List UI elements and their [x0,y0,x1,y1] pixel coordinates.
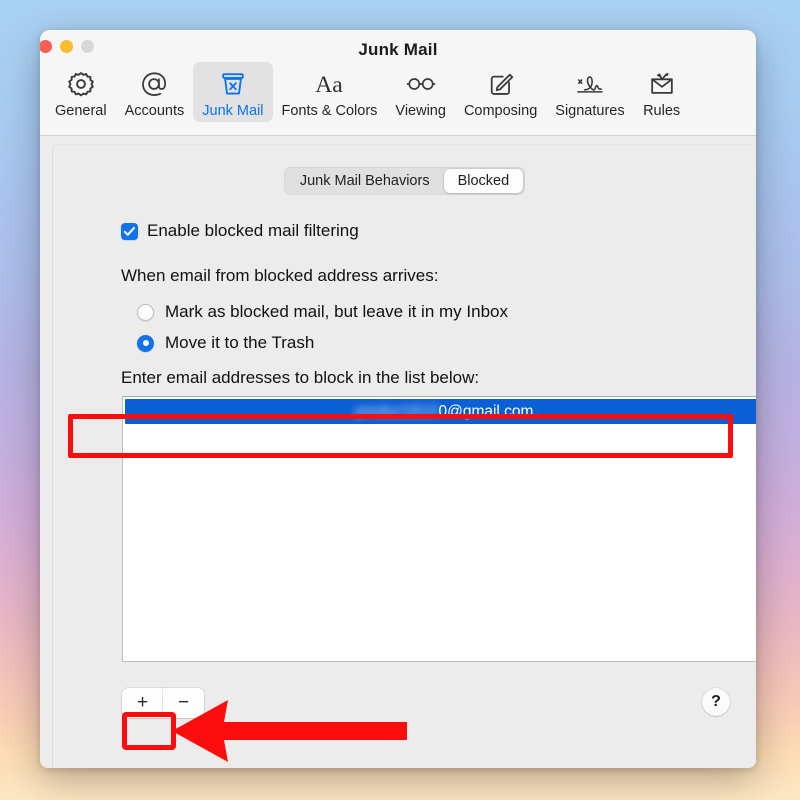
when-blocked-arrives-label: When email from blocked address arrives: [121,266,439,285]
redacted-email-part: pmdur1610 [355,402,439,420]
toolbar-item-rules[interactable]: Rules [634,62,690,122]
junk-bin-icon [218,67,248,101]
toolbar-item-junk-mail[interactable]: Junk Mail [193,62,273,122]
at-sign-icon [139,67,169,101]
window-toolbar: Junk Mail General Accounts Junk Mail Aa … [40,30,756,136]
add-address-button[interactable]: + [122,688,163,718]
radio-icon[interactable] [137,303,154,321]
toolbar-item-accounts[interactable]: Accounts [116,62,194,122]
signature-icon [573,67,607,101]
preferences-content: Junk Mail Behaviors Blocked Enable block… [40,137,756,768]
list-bottom-bar: + − ? [53,675,756,735]
tab-blocked[interactable]: Blocked [443,169,524,193]
toolbar-item-label: Junk Mail [202,103,264,119]
enable-blocked-filtering-row[interactable]: Enable blocked mail filtering [121,221,359,241]
toolbar-item-label: Rules [643,103,681,119]
radio-icon-selected[interactable] [137,334,154,352]
toolbar-item-general[interactable]: General [46,62,116,122]
radio-option-label: Move it to the Trash [165,333,315,352]
segmented-control-wrap: Junk Mail Behaviors Blocked [53,167,756,195]
toolbar-item-label: Viewing [395,103,446,119]
toolbar-item-composing[interactable]: Composing [455,62,546,122]
blocked-address-text: pmdur16100@gmail.com [356,403,534,421]
add-remove-button-group: + − [122,688,204,718]
junk-mail-segmented-control: Junk Mail Behaviors Blocked [283,167,526,195]
toolbar-item-label: Fonts & Colors [281,103,378,119]
checkbox-icon[interactable] [121,222,138,240]
preferences-toolbar-tabs: General Accounts Junk Mail Aa Fonts & Co… [40,62,756,122]
blocked-list-instruction-label: Enter email addresses to block in the li… [121,368,480,387]
visible-email-part: 0@gmail.com [438,402,534,420]
list-item-blocked-address[interactable]: pmdur16100@gmail.com [125,399,756,424]
gear-icon [66,67,96,101]
remove-address-button[interactable]: − [163,688,204,718]
toolbar-item-viewing[interactable]: Viewing [386,62,455,122]
tab-junk-mail-behaviors[interactable]: Junk Mail Behaviors [286,169,444,193]
toolbar-item-label: Signatures [555,103,625,119]
enable-blocked-filtering-label: Enable blocked mail filtering [147,221,359,240]
junk-mail-panel: Junk Mail Behaviors Blocked Enable block… [52,144,756,768]
radio-option-mark-as-blocked[interactable]: Mark as blocked mail, but leave it in my… [137,302,508,322]
radio-option-label: Mark as blocked mail, but leave it in my… [165,302,508,321]
toolbar-item-label: General [55,103,107,119]
svg-text:Aa: Aa [316,72,344,98]
preferences-window: Junk Mail General Accounts Junk Mail Aa … [40,30,756,768]
blocked-settings-form: Enable blocked mail filtering When email… [53,205,756,768]
rules-envelope-icon [647,67,677,101]
aa-text-icon: Aa [309,67,349,101]
toolbar-item-label: Composing [463,103,538,119]
help-button[interactable]: ? [702,688,730,716]
radio-option-move-to-trash[interactable]: Move it to the Trash [137,333,314,353]
compose-pencil-icon [486,67,516,101]
window-title: Junk Mail [358,40,438,59]
blocked-addresses-list[interactable]: pmdur16100@gmail.com [122,396,756,662]
toolbar-item-label: Accounts [124,103,185,119]
toolbar-item-fonts-colors[interactable]: Aa Fonts & Colors [273,62,387,122]
toolbar-item-signatures[interactable]: Signatures [546,62,633,122]
glasses-icon [404,67,438,101]
